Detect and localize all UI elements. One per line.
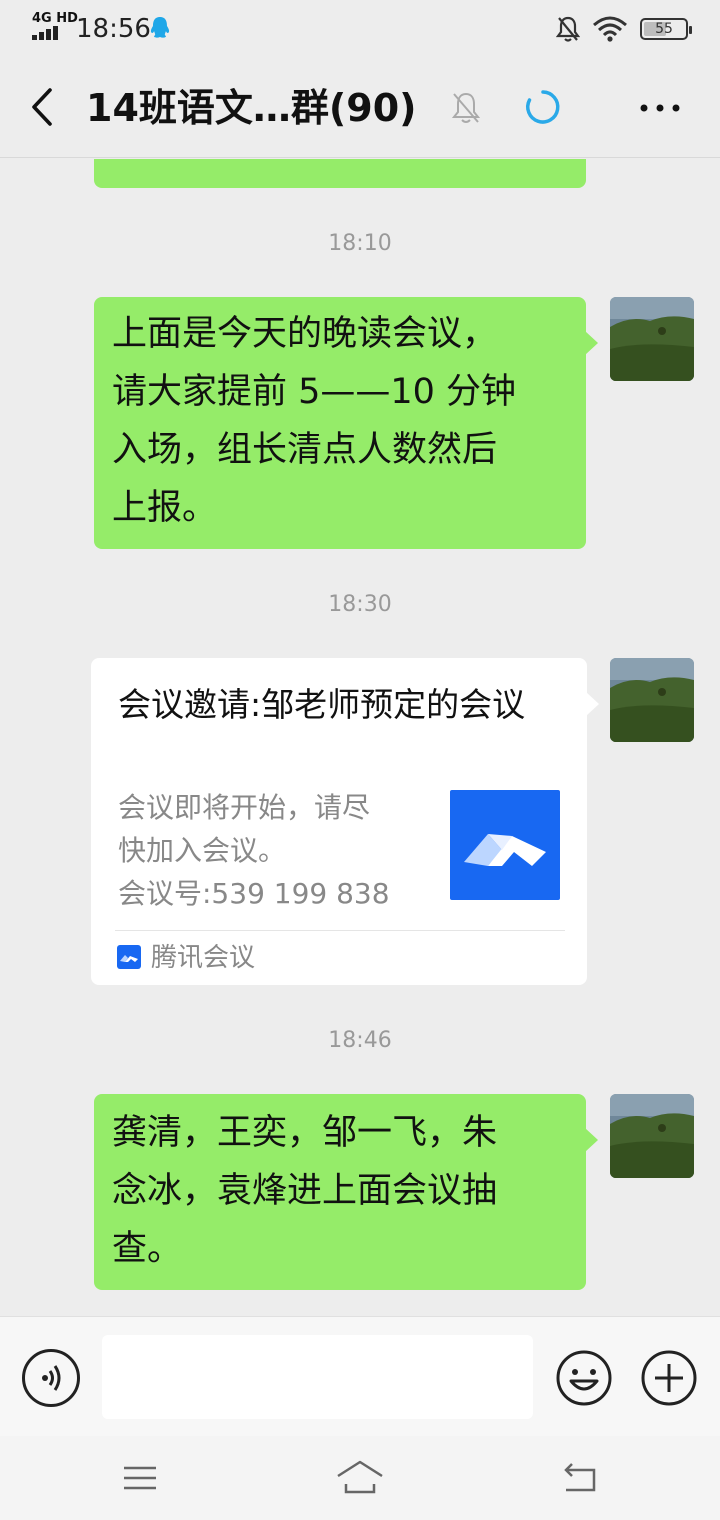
card-desc-line: 快加入会议。: [118, 834, 287, 867]
status-bar: 4G HD 18:56 55: [0, 0, 720, 58]
silent-bell-icon: [556, 16, 580, 42]
chat-header: 14班语文…群(90): [0, 58, 720, 158]
card-source: 腾讯会议: [151, 943, 256, 973]
signal-icon: [32, 26, 66, 40]
chat-title[interactable]: 14班语文…群(90): [86, 82, 417, 134]
bubble-tail: [585, 1128, 598, 1152]
card-desc-line: 会议号:539 199 838: [118, 877, 390, 910]
tencent-meeting-small-icon: [117, 945, 141, 969]
bubble-tail: [585, 331, 598, 355]
timestamp: 18:10: [328, 231, 392, 256]
card-tail: [586, 692, 599, 716]
meeting-invite-card[interactable]: 会议邀请:邹老师预定的会议 会议即将开始，请尽 快加入会议。 会议号:539 1…: [91, 658, 599, 985]
avatar[interactable]: [610, 1094, 694, 1178]
message-line: 入场，组长清点人数然后: [112, 430, 498, 470]
message-bubble-partial[interactable]: [94, 159, 586, 188]
plus-icon[interactable]: [640, 1349, 698, 1407]
network-type: 4G HD: [32, 11, 78, 26]
tencent-meeting-logo-icon: [450, 790, 560, 900]
voice-icon[interactable]: [22, 1349, 80, 1407]
card-title: 会议邀请:邹老师预定的会议: [118, 685, 526, 724]
battery-level: 55: [655, 21, 673, 37]
message-line: 龚清，王奕，邹一飞，朱: [112, 1113, 498, 1153]
back-icon[interactable]: [24, 84, 60, 130]
message-line: 上报。: [112, 488, 218, 528]
card-desc-line: 会议即将开始，请尽: [118, 791, 371, 824]
message-line: 查。: [112, 1229, 183, 1269]
status-icons: 55: [556, 14, 692, 44]
wifi-icon: [593, 16, 627, 42]
emoji-icon[interactable]: [555, 1349, 613, 1407]
avatar[interactable]: [610, 658, 694, 742]
back-nav-icon[interactable]: [560, 1460, 600, 1496]
message-line: 上面是今天的晚读会议，: [112, 314, 498, 354]
message-line: 念冰，袁烽进上面会议抽: [112, 1171, 498, 1211]
timestamp: 18:30: [328, 592, 392, 617]
qq-notification-icon: [150, 16, 170, 40]
message-bubble[interactable]: 上面是今天的晚读会议， 请大家提前 5——10 分钟 入场，组长清点人数然后 上…: [94, 297, 598, 549]
chat-area[interactable]: 18:10 上面是今天的晚读会议， 请大家提前 5——10 分钟 入场，组长清点…: [0, 159, 720, 1316]
battery-icon: 55: [640, 18, 692, 40]
avatar[interactable]: [610, 297, 694, 381]
system-nav-bar: [0, 1436, 720, 1520]
message-line: 请大家提前 5——10 分钟: [112, 372, 517, 412]
mute-bell-icon: [450, 90, 482, 126]
message-input[interactable]: [102, 1335, 533, 1419]
card-description: 会议即将开始，请尽 快加入会议。 会议号:539 199 838: [118, 786, 438, 915]
timestamp: 18:46: [328, 1028, 392, 1053]
input-bar: [0, 1316, 720, 1436]
more-icon[interactable]: [630, 88, 690, 128]
loading-ring-icon: [524, 88, 562, 126]
clock: 18:56: [76, 14, 151, 44]
menu-icon[interactable]: [122, 1464, 158, 1492]
home-icon[interactable]: [334, 1458, 386, 1498]
card-divider: [115, 930, 565, 931]
message-bubble[interactable]: 龚清，王奕，邹一飞，朱 念冰，袁烽进上面会议抽 查。: [94, 1094, 598, 1290]
